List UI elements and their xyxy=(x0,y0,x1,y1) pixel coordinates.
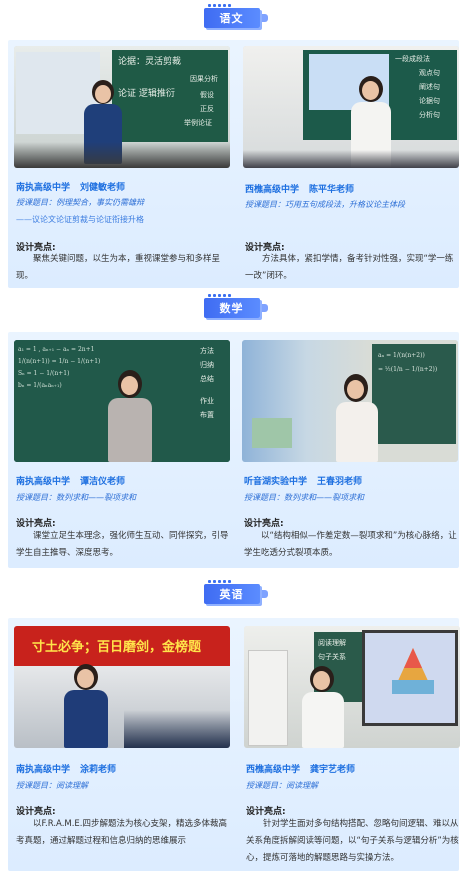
student-figure xyxy=(14,142,230,168)
board-text: 论据：灵活剪裁 xyxy=(118,57,182,67)
teacher-label: 陈平华老师 xyxy=(309,185,355,195)
lesson-subtitle: ——议论文论证剪裁与论证衔接升格 xyxy=(16,215,144,224)
board-text: 举例论证 xyxy=(184,119,212,127)
highlight-text: 聚焦关键问题，以生为本，重视课堂参与和多样呈现。 xyxy=(16,254,221,281)
board-text: 观点句 xyxy=(419,69,440,77)
student-figure xyxy=(243,150,459,168)
board-text: 作业 xyxy=(200,397,214,405)
section-tag-label: 英语 xyxy=(203,584,260,604)
lesson-topic: 授课题目：数列求和——裂项求和 xyxy=(16,493,136,502)
lesson-topic: 授课题目：阅读理解 xyxy=(16,781,88,790)
lesson-card: a₁ = 1 , aₙ₊₁ − aₙ = 2n+1 1/(n(n+1)) = 1… xyxy=(14,340,230,568)
classroom-photo: aₙ = 1/(n(n+2)) = ½(1/n − 1/(n+2)) xyxy=(242,340,458,462)
teacher-name: 南执高级中学 谭洁仪老师 xyxy=(16,474,125,487)
teacher-label: 刘健敏老师 xyxy=(80,183,126,193)
pyramid-icon xyxy=(392,648,434,694)
lesson-topic: 授课题目：数列求和——裂项求和 xyxy=(244,493,364,502)
teacher-name: 西樵高级中学 龚宇艺老师 xyxy=(246,762,355,775)
board-text: 方法 xyxy=(200,347,214,355)
board-text: 因果分析 xyxy=(190,75,218,83)
classroom-photo: 一段成段法 观点句 阐述句 论据句 分析句 xyxy=(243,46,459,168)
lesson-card: 阅读理解 句子关系 西樵高级中学 龚宇艺老师 授课题目：阅读理解 设计亮点: 针对… xyxy=(244,626,460,870)
teacher-figure xyxy=(332,374,382,462)
classroom-photo: 论据：灵活剪裁 论证 逻辑推衍 因果分析 假设 正反 举例论证 xyxy=(14,46,230,168)
teacher-figure xyxy=(106,370,156,462)
lesson-card: 一段成段法 观点句 阐述句 论据句 分析句 西樵高级中学 陈平华老师 授课题目：巧… xyxy=(243,46,459,288)
board-text: 总结 xyxy=(200,375,214,383)
classroom-photo: 寸土必争；百日磨剑，金榜题 xyxy=(14,626,230,748)
teacher-name: 听音湖实验中学 王春羽老师 xyxy=(244,474,362,487)
board-text: 正反 xyxy=(200,105,214,113)
teacher-label: 王春羽老师 xyxy=(317,477,363,487)
school-name: 南执高级中学 xyxy=(16,765,71,775)
teacher-name: 南执高级中学 刘健敏老师 xyxy=(16,180,125,193)
lesson-card: 论据：灵活剪裁 论证 逻辑推衍 因果分析 假设 正反 举例论证 南执高级中学 刘健… xyxy=(14,46,230,288)
board-text: 假设 xyxy=(200,91,214,99)
section-english: 英语 寸土必争；百日磨剑，金榜题 南执高级中学 涂莉老师 授课题目：阅读理解 设计… xyxy=(0,578,467,871)
board-text: 寸土必争；百日磨剑，金榜题 xyxy=(32,640,202,655)
classroom-photo: 阅读理解 句子关系 xyxy=(244,626,460,748)
section-math: 数学 a₁ = 1 , aₙ₊₁ − aₙ = 2n+1 1/(n(n+1)) … xyxy=(0,294,467,570)
section-tag-label: 语文 xyxy=(203,8,260,28)
classroom-photo: a₁ = 1 , aₙ₊₁ − aₙ = 2n+1 1/(n(n+1)) = 1… xyxy=(14,340,230,462)
school-name: 听音湖实验中学 xyxy=(244,477,308,487)
school-name: 南执高级中学 xyxy=(16,477,71,487)
school-name: 南执高级中学 xyxy=(16,183,71,193)
section-tag: 语文 xyxy=(203,4,268,30)
highlight-text: 以“结构相似—作差定数—裂项求和”为核心脉络，让学生吃透分式裂项本质。 xyxy=(244,531,457,558)
school-name: 西樵高级中学 xyxy=(246,765,301,775)
teacher-figure xyxy=(62,664,112,748)
lesson-topic: 授课题目：巧用五句成段法，升格议论主体段 xyxy=(245,200,405,209)
board-text: 分析句 xyxy=(419,111,440,119)
highlight-text: 以F.R.A.M.E.四步解题法为核心支架，精选多体裁高考真题，通过解题过程和信… xyxy=(16,819,228,846)
teacher-name: 南执高级中学 涂莉老师 xyxy=(16,762,116,775)
board-text: 归纳 xyxy=(200,361,214,369)
board-text: 一段成段法 xyxy=(395,55,430,63)
lesson-card: aₙ = 1/(n(n+2)) = ½(1/n − 1/(n+2)) 听音湖实验… xyxy=(242,340,458,568)
teacher-name: 西樵高级中学 陈平华老师 xyxy=(245,182,354,195)
board-text: 阅读理解 xyxy=(318,639,346,647)
board-text: 布置 xyxy=(200,411,214,419)
board-text: 论据句 xyxy=(419,97,440,105)
student-figure xyxy=(124,710,230,748)
board-text: 阐述句 xyxy=(419,83,440,91)
section-tag-label: 数学 xyxy=(203,298,260,318)
section-chinese: 语文 论据：灵活剪裁 论证 逻辑推衍 因果分析 假设 正反 举例论证 南执高级中… xyxy=(0,0,467,290)
teacher-label: 谭洁仪老师 xyxy=(80,477,126,487)
lesson-card: 寸土必争；百日磨剑，金榜题 南执高级中学 涂莉老师 授课题目：阅读理解 设计亮点:… xyxy=(14,626,230,870)
lesson-topic: 授课题目：例理契合，事实仍需雄辩 xyxy=(16,198,144,207)
highlight-text: 课堂立足生本理念，强化师生互动、同伴探究，引导学生自主推导、深度思考。 xyxy=(16,531,229,558)
section-tag: 英语 xyxy=(203,580,268,606)
teacher-figure xyxy=(298,666,348,748)
highlight-text: 针对学生面对多句结构搭配、忽略句间逻辑、难以从关系角度拆解阅读等问题，以“句子关… xyxy=(246,819,459,863)
lesson-topic: 授课题目：阅读理解 xyxy=(246,781,318,790)
school-name: 西樵高级中学 xyxy=(245,185,300,195)
teacher-label: 涂莉老师 xyxy=(80,765,117,775)
teacher-label: 龚宇艺老师 xyxy=(310,765,356,775)
highlight-text: 方法具体，紧扣学情，备考针对性强，实现“学一练一改”闭环。 xyxy=(245,254,454,281)
section-tag: 数学 xyxy=(203,294,268,320)
board-text: 句子关系 xyxy=(318,653,346,661)
